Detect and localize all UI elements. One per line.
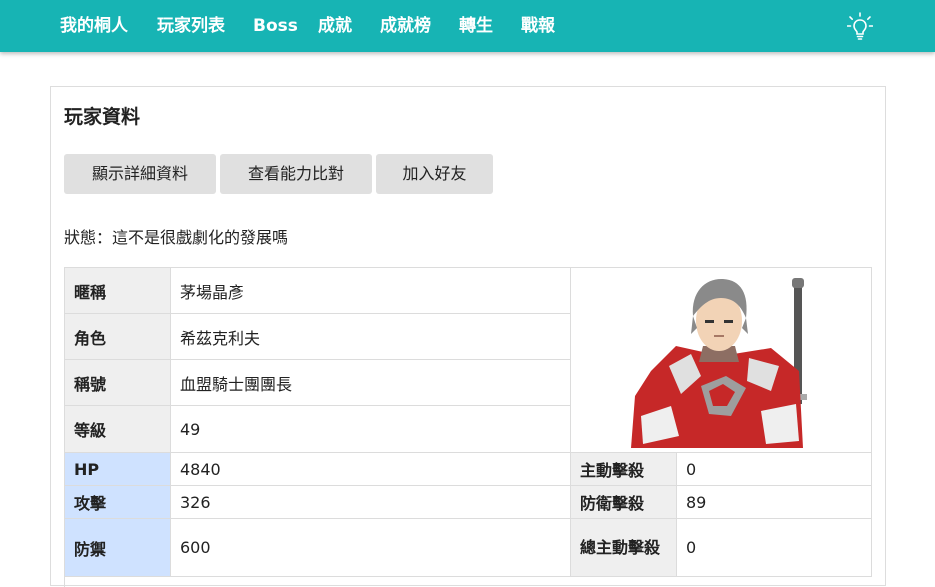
- nickname-value: 茅場晶彥: [171, 268, 571, 314]
- total-active-kills-value: 0: [677, 519, 872, 577]
- compare-ability-button[interactable]: 查看能力比對: [220, 154, 372, 194]
- attack-label: 攻擊: [65, 486, 171, 519]
- total-active-kills-label: 總主動擊殺: [571, 519, 677, 577]
- nav-player-list[interactable]: 玩家列表: [157, 14, 225, 38]
- nav-battle-report[interactable]: 戰報: [521, 14, 555, 38]
- character-avatar: [631, 278, 807, 448]
- character-label: 角色: [65, 314, 171, 360]
- show-details-button[interactable]: 顯示詳細資料: [64, 154, 216, 194]
- nickname-label: 暱稱: [65, 268, 171, 314]
- player-info-table: 暱稱 茅場晶彥 角色 希茲克利夫 稱號 血盟騎士團團長 等級 49 HP 484…: [64, 267, 872, 587]
- lightbulb-icon[interactable]: [847, 12, 873, 42]
- player-profile-panel: 玩家資料 顯示詳細資料 查看能力比對 加入好友 狀態：這不是很戲劇化的發展嗎 暱…: [50, 86, 886, 587]
- title-value: 血盟騎士團團長: [171, 360, 571, 406]
- add-friend-button[interactable]: 加入好友: [376, 154, 493, 194]
- avatar-cell: [571, 268, 872, 453]
- title-label: 稱號: [65, 360, 171, 406]
- defense-kills-value: 89: [677, 486, 872, 519]
- character-value: 希茲克利夫: [171, 314, 571, 360]
- nav-rebirth[interactable]: 轉生: [459, 14, 493, 38]
- level-value: 49: [171, 406, 571, 453]
- hp-value: 4840: [171, 453, 571, 486]
- nav-boss[interactable]: Boss: [253, 14, 298, 38]
- active-kills-value: 0: [677, 453, 872, 486]
- nav-achievement-ranking[interactable]: 成就榜: [380, 14, 431, 38]
- player-status: 狀態：這不是很戲劇化的發展嗎: [64, 228, 289, 247]
- attack-value: 326: [171, 486, 571, 519]
- defense-kills-label: 防衛擊殺: [571, 486, 677, 519]
- panel-title: 玩家資料: [64, 106, 141, 128]
- defense-value: 600: [171, 519, 571, 577]
- active-kills-label: 主動擊殺: [571, 453, 677, 486]
- nav-my-kirito[interactable]: 我的桐人: [60, 14, 128, 38]
- nav-achievements[interactable]: 成就: [318, 14, 352, 38]
- hp-label: HP: [65, 453, 171, 486]
- defense-label: 防禦: [65, 519, 171, 577]
- level-label: 等級: [65, 406, 171, 453]
- top-navbar: 我的桐人 玩家列表 Boss 成就 成就榜 轉生 戰報: [0, 0, 935, 52]
